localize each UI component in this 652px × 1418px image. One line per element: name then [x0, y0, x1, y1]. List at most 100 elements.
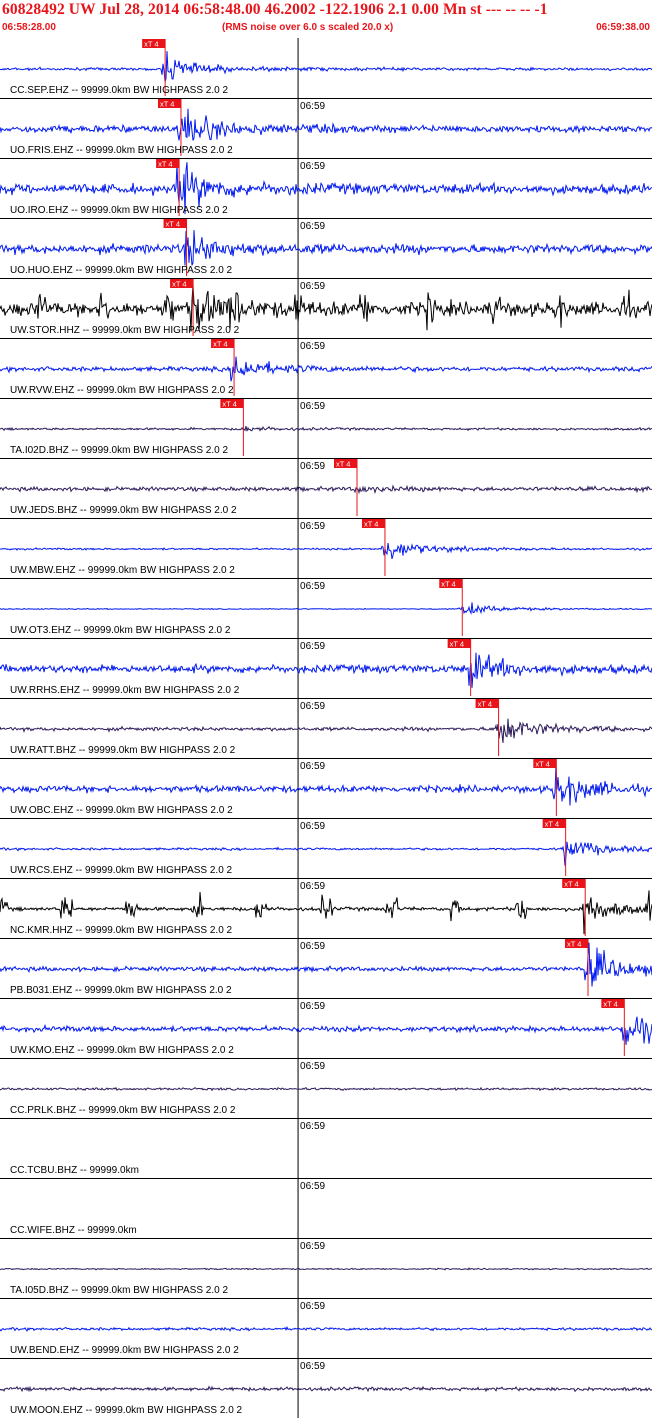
minute-label: 06:59	[300, 1121, 325, 1132]
minute-label: 06:59	[300, 461, 325, 472]
trace-panel: 06:59 xT 4 UW.RVW.EHZ -- 99999.0km BW HIGH…	[0, 338, 652, 398]
pick-label: xT 4	[336, 460, 350, 469]
waveform	[0, 51, 652, 82]
pick-label: xT 4	[160, 100, 174, 109]
waveform	[0, 942, 652, 987]
pick-label: xT 4	[567, 940, 581, 949]
trace-panel: 06:59 UW.BEND.EHZ -- 99999.0km BW HIGHPAS…	[0, 1298, 652, 1358]
trace-panel: 06:59 xT 4 PB.B031.EHZ -- 99999.0km BW HIG…	[0, 938, 652, 998]
station-label: UO.IRO.EHZ -- 99999.0km BW HIGHPASS 2.0 …	[10, 205, 228, 216]
station-label: CC.SEP.EHZ -- 99999.0km BW HIGHPASS 2.0 …	[10, 85, 228, 96]
station-label: UW.BEND.EHZ -- 99999.0km BW HIGHPASS 2.0…	[10, 1345, 239, 1356]
trace-panel: 06:59 xT 4 UW.KMO.EHZ -- 99999.0km BW HIGH…	[0, 998, 652, 1058]
waveform	[0, 484, 652, 495]
minute-label: 06:59	[300, 1241, 325, 1252]
waveform	[0, 841, 652, 866]
pick-label: xT 4	[441, 580, 455, 589]
minute-label: 06:59	[300, 761, 325, 772]
trace-panel: 06:59 xT 4 UW.JEDS.BHZ -- 99999.0km BW HIG…	[0, 458, 652, 518]
minute-label: 06:59	[300, 821, 325, 832]
minute-label: 06:59	[300, 401, 325, 412]
minute-label: 06:59	[300, 1001, 325, 1012]
pick-label: xT 4	[172, 280, 186, 289]
station-label: UW.RATT.BHZ -- 99999.0km BW HIGHPASS 2.0…	[10, 745, 236, 756]
waveform	[0, 764, 652, 806]
station-label: NC.KMR.HHZ -- 99999.0km BW HIGHPASS 2.0 …	[10, 925, 233, 936]
station-label: UO.HUO.EHZ -- 99999.0km BW HIGHPASS 2.0 …	[10, 265, 233, 276]
trace-panel: 06:59 UW.MOON.EHZ -- 99999.0km BW HIGHPAS…	[0, 1358, 652, 1418]
pick-label: xT 4	[158, 160, 172, 169]
trace-panel: 06:59 xT 4 UW.MBW.EHZ -- 99999.0km BW HIGH…	[0, 518, 652, 578]
minute-label: 06:59	[300, 881, 325, 892]
station-label: UW.RCS.EHZ -- 99999.0km BW HIGHPASS 2.0 …	[10, 865, 233, 876]
waveform	[0, 602, 652, 615]
waveform	[0, 1326, 652, 1332]
waveform	[0, 356, 652, 382]
minute-label: 06:59	[300, 641, 325, 652]
waveform	[0, 1385, 652, 1393]
trace-panel: 06:59 TA.I05D.BHZ -- 99999.0km BW HIGHPAS…	[0, 1238, 652, 1298]
trace-panel: 06:59 xT 4 UW.RRHS.EHZ -- 99999.0km BW HIG…	[0, 638, 652, 698]
station-label: UO.FRIS.EHZ -- 99999.0km BW HIGHPASS 2.0…	[10, 145, 233, 156]
minute-label: 06:59	[300, 281, 325, 292]
waveform	[0, 230, 652, 266]
station-label: UW.JEDS.BHZ -- 99999.0km BW HIGHPASS 2.0…	[10, 505, 237, 516]
trace-panel: 06:59 xT 4 UW.RCS.EHZ -- 99999.0km BW HIGH…	[0, 818, 652, 878]
start-time-label: 06:58:28.00	[2, 22, 56, 33]
trace-panel: 06:59 xT 4 UW.OBC.EHZ -- 99999.0km BW HIGH…	[0, 758, 652, 818]
seismogram-plot: xT 4 CC.SEP.EHZ -- 99999.0km BW HIGHPASS …	[0, 38, 652, 1418]
station-label: TA.I05D.BHZ -- 99999.0km BW HIGHPASS 2.0…	[10, 1285, 228, 1296]
pick-label: xT 4	[535, 760, 549, 769]
minute-label: 06:59	[300, 941, 325, 952]
waveform	[0, 425, 652, 432]
minute-label: 06:59	[300, 1061, 325, 1072]
waveform	[0, 1016, 652, 1046]
rms-noise-note: (RMS noise over 6.0 s scaled 20.0 x)	[222, 22, 394, 33]
pick-label: xT 4	[144, 40, 158, 49]
waveform	[0, 1086, 652, 1092]
minute-label: 06:59	[300, 161, 325, 172]
minute-label: 06:59	[300, 341, 325, 352]
trace-panel: 06:59 xT 4 UW.RATT.BHZ -- 99999.0km BW HIG…	[0, 698, 652, 758]
minute-label: 06:59	[300, 1181, 325, 1192]
station-label: CC.WIFE.BHZ -- 99999.0km	[10, 1225, 137, 1236]
trace-panel: 06:59 xT 4 UO.HUO.EHZ -- 99999.0km BW HIGH…	[0, 218, 652, 278]
waveform	[0, 108, 652, 141]
event-title: 60828492 UW Jul 28, 2014 06:58:48.00 46.…	[2, 1, 548, 18]
pick-label: xT 4	[364, 520, 378, 529]
trace-panel: 06:59 xT 4 UW.STOR.HHZ -- 99999.0km BW HIG…	[0, 278, 652, 338]
station-label: UW.OT3.EHZ -- 99999.0km BW HIGHPASS 2.0 …	[10, 625, 231, 636]
station-label: UW.RRHS.EHZ -- 99999.0km BW HIGHPASS 2.0…	[10, 685, 240, 696]
pick-label: xT 4	[222, 400, 236, 409]
station-label: UW.KMO.EHZ -- 99999.0km BW HIGHPASS 2.0 …	[10, 1045, 234, 1056]
station-label: TA.I02D.BHZ -- 99999.0km BW HIGHPASS 2.0…	[10, 445, 228, 456]
waveform	[0, 542, 652, 560]
station-label: CC.TCBU.BHZ -- 99999.0km	[10, 1165, 139, 1176]
plot-header: 60828492 UW Jul 28, 2014 06:58:48.00 46.…	[0, 0, 652, 38]
pick-label: xT 4	[166, 220, 180, 229]
pick-label: xT 4	[478, 700, 492, 709]
end-time-label: 06:59:38.00	[596, 22, 650, 33]
station-label: PB.B031.EHZ -- 99999.0km BW HIGHPASS 2.0…	[10, 985, 232, 996]
minute-label: 06:59	[300, 581, 325, 592]
trace-panel: 06:59 xT 4 UO.FRIS.EHZ -- 99999.0km BW HIG…	[0, 98, 652, 158]
pick-label: xT 4	[545, 820, 559, 829]
waveform	[0, 652, 652, 688]
station-label: UW.MBW.EHZ -- 99999.0km BW HIGHPASS 2.0 …	[10, 565, 235, 576]
minute-label: 06:59	[300, 101, 325, 112]
trace-panel: 06:59 xT 4 NC.KMR.HHZ -- 99999.0km BW HIGH…	[0, 878, 652, 938]
station-label: UW.STOR.HHZ -- 99999.0km BW HIGHPASS 2.0…	[10, 325, 240, 336]
station-label: UW.RVW.EHZ -- 99999.0km BW HIGHPASS 2.0 …	[10, 385, 234, 396]
trace-panel: xT 4 CC.SEP.EHZ -- 99999.0km BW HIGHPASS …	[0, 38, 652, 98]
pick-label: xT 4	[450, 640, 464, 649]
minute-label: 06:59	[300, 1301, 325, 1312]
station-label: UW.MOON.EHZ -- 99999.0km BW HIGHPASS 2.0…	[10, 1405, 243, 1416]
waveform	[0, 718, 652, 743]
minute-label: 06:59	[300, 1361, 325, 1372]
trace-panel: 06:59 CC.TCBU.BHZ -- 99999.0km	[0, 1118, 652, 1178]
trace-panel: 06:59 xT 4 UW.OT3.EHZ -- 99999.0km BW HIGH…	[0, 578, 652, 638]
trace-panel: 06:59 CC.WIFE.BHZ -- 99999.0km	[0, 1178, 652, 1238]
station-label: CC.PRLK.BHZ -- 99999.0km BW HIGHPASS 2.0…	[10, 1105, 236, 1116]
trace-panel: 06:59 xT 4 UO.IRO.EHZ -- 99999.0km BW HIGH…	[0, 158, 652, 218]
trace-panel: 06:59 xT 4 TA.I02D.BHZ -- 99999.0km BW HIG…	[0, 398, 652, 458]
